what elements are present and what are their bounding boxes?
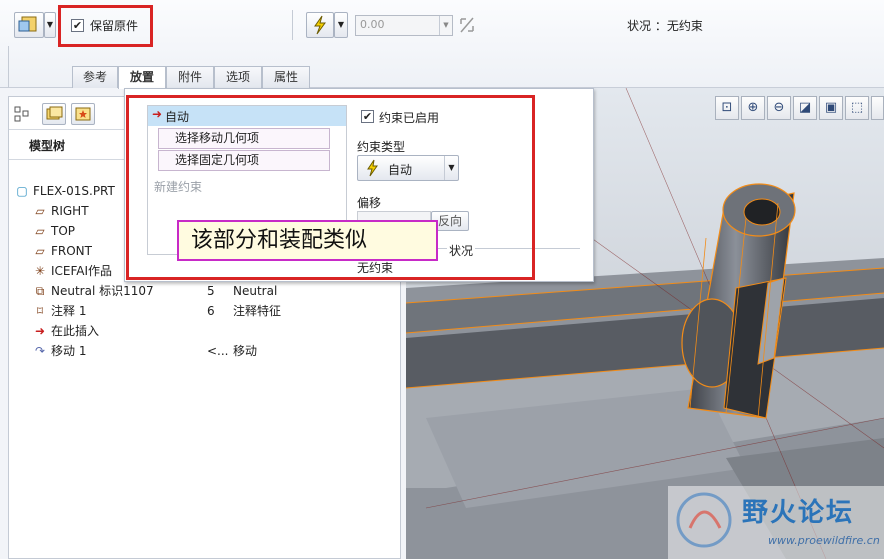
part-icon: ▢ bbox=[16, 184, 28, 198]
model-tree-header: 模型树 bbox=[29, 139, 66, 153]
csys-icon: ✳ bbox=[34, 264, 46, 278]
checkbox-mark: ✔ bbox=[71, 19, 84, 32]
tree-row[interactable]: ⌑ 注释 1 bbox=[33, 301, 87, 321]
datum-plane-icon: ▱ bbox=[35, 204, 45, 218]
tab-options[interactable]: 选项 bbox=[214, 66, 262, 88]
zoom-fit-icon[interactable]: ⊡ bbox=[715, 96, 739, 120]
offset-value-field[interactable]: 0.00 ▼ bbox=[355, 15, 453, 36]
divider bbox=[8, 46, 9, 88]
chevron-down-icon[interactable]: ▼ bbox=[334, 12, 348, 38]
tab-placement[interactable]: 放置 bbox=[118, 66, 166, 89]
chevron-down-icon[interactable]: ▼ bbox=[439, 16, 452, 35]
tree-row[interactable]: ▢ FLEX-01S.PRT bbox=[15, 181, 115, 201]
tree-item-name: 注释 1 bbox=[51, 304, 87, 318]
folder-icon[interactable] bbox=[42, 103, 66, 125]
annotation-icon: ⌑ bbox=[36, 304, 44, 318]
insert-here-arrow-icon: ➜ bbox=[34, 324, 46, 338]
tree-row[interactable]: ↷ 移动 1 bbox=[33, 341, 86, 361]
tree-item-name: RIGHT bbox=[51, 204, 89, 218]
watermark-url: www.proewildfire.cn bbox=[768, 534, 880, 547]
tree-row[interactable]: ▱ TOP bbox=[33, 221, 75, 241]
import-icon: ⧉ bbox=[35, 284, 45, 298]
display-style-icon[interactable]: ▣ bbox=[819, 96, 843, 120]
flip-direction-icon[interactable] bbox=[458, 14, 476, 36]
tree-row[interactable]: ▱ RIGHT bbox=[33, 201, 89, 221]
tree-item-type: 注释特征 bbox=[233, 304, 282, 318]
tree-item-name: 移动 1 bbox=[51, 344, 87, 358]
tree-item-type: 移动 bbox=[233, 344, 258, 358]
tab-references[interactable]: 参考 bbox=[72, 66, 118, 88]
tree-item-name: FLEX-01S.PRT bbox=[33, 184, 115, 198]
tree-item-name: Neutral 标识1107 bbox=[51, 284, 154, 298]
keep-original-label: 保留原件 bbox=[90, 19, 139, 33]
offset-value-text: 0.00 bbox=[360, 18, 385, 31]
zoom-in-icon[interactable]: ⊕ bbox=[741, 96, 765, 120]
tree-item-id: <... bbox=[207, 344, 229, 358]
keep-original-checkbox[interactable]: ✔ bbox=[71, 18, 84, 32]
tree-item-name: TOP bbox=[51, 224, 76, 238]
tree-item-id: 5 bbox=[207, 284, 215, 298]
geometry-icon[interactable] bbox=[14, 12, 44, 38]
refit-icon[interactable]: ◪ bbox=[793, 96, 817, 120]
tree-view-icon[interactable] bbox=[11, 103, 33, 125]
tree-item-type: Neutral bbox=[233, 284, 278, 298]
tree-item-name: FRONT bbox=[51, 244, 92, 258]
zoom-out-icon[interactable]: ⊖ bbox=[767, 96, 791, 120]
datum-plane-icon: ▱ bbox=[35, 224, 45, 238]
tree-row[interactable]: ⧉ Neutral 标识1107 bbox=[33, 281, 154, 301]
tree-row[interactable]: ▱ FRONT bbox=[33, 241, 92, 261]
tree-item-name: 在此插入 bbox=[51, 324, 100, 338]
move-icon: ↷ bbox=[34, 344, 46, 358]
tree-item-name: ICEFAI作品 bbox=[51, 264, 113, 278]
status-text: 状况 ：无约束 bbox=[627, 19, 703, 33]
tree-item-id: 6 bbox=[207, 304, 215, 318]
callout-note: 该部分和装配类似 bbox=[177, 220, 438, 261]
lightning-icon[interactable] bbox=[306, 12, 334, 38]
tree-row[interactable]: ✳ ICEFAI作品 bbox=[33, 261, 112, 281]
divider bbox=[292, 10, 293, 40]
chevron-down-icon[interactable]: ▼ bbox=[44, 12, 56, 38]
tab-attachment[interactable]: 附件 bbox=[166, 66, 214, 88]
tree-row[interactable]: ➜ 在此插入 bbox=[33, 321, 99, 341]
saved-views-icon[interactable]: ⬚ bbox=[845, 96, 869, 120]
more-tools-icon[interactable] bbox=[871, 96, 884, 120]
tab-properties[interactable]: 属性 bbox=[262, 66, 310, 88]
favorites-icon[interactable] bbox=[71, 103, 95, 125]
datum-plane-icon: ▱ bbox=[35, 244, 45, 258]
watermark-title: 野火论坛 bbox=[742, 498, 855, 528]
